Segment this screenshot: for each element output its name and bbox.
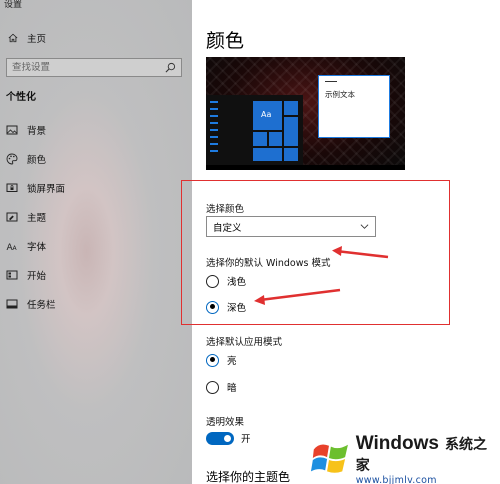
search-icon[interactable] — [165, 62, 176, 73]
preview-tile-main: Aa — [253, 101, 282, 130]
annotation-arrow — [332, 246, 389, 259]
preview-taskbar — [206, 165, 405, 170]
sidebar-item-label: 主题 — [27, 213, 47, 224]
theme-icon — [6, 212, 18, 222]
palette-icon — [6, 153, 18, 165]
theme-preview: Aa 示例文本 — [206, 57, 405, 170]
lock-screen-icon — [6, 183, 18, 192]
preview-window-bar — [325, 81, 337, 82]
home-label: 主页 — [27, 34, 47, 45]
search-input[interactable] — [12, 62, 162, 73]
sidebar-item-fonts[interactable]: AA 字体 — [6, 238, 47, 254]
preview-window: 示例文本 — [318, 75, 390, 138]
accent-color-heading: 选择你的主题色 — [206, 470, 291, 484]
home-icon — [8, 33, 18, 43]
preview-start-list — [210, 101, 220, 157]
preview-tile-text: Aa — [261, 110, 272, 119]
font-icon: AA — [7, 243, 18, 252]
toggle-switch[interactable] — [206, 431, 234, 445]
radio-circle[interactable] — [206, 380, 219, 394]
sidebar-item-start[interactable]: 开始 — [6, 267, 46, 283]
preview-tile — [284, 101, 298, 115]
preview-tile — [269, 132, 282, 146]
sidebar-item-lock-screen[interactable]: 锁屏界面 — [6, 180, 65, 196]
transparency-label: 透明效果 — [206, 417, 245, 428]
windows-logo-icon — [310, 444, 348, 473]
search-box[interactable] — [6, 58, 182, 77]
sidebar: 设置 主页 个性化 背景 颜色 锁屏界面 主题 AA 字体 开始 任务栏 — [0, 0, 192, 484]
start-icon — [6, 270, 18, 280]
preview-tile — [253, 132, 267, 146]
sidebar-item-label: 颜色 — [27, 155, 47, 166]
transparency-toggle[interactable]: 开 — [206, 431, 251, 445]
section-title: 个性化 — [6, 92, 36, 103]
sidebar-item-themes[interactable]: 主题 — [6, 209, 46, 225]
sidebar-item-label: 背景 — [27, 126, 47, 137]
sidebar-item-label: 任务栏 — [27, 300, 56, 311]
sidebar-item-colors[interactable]: 颜色 — [6, 151, 46, 167]
watermark-brand: Windows — [355, 432, 439, 454]
toggle-state: 开 — [241, 434, 251, 445]
sidebar-item-background[interactable]: 背景 — [6, 122, 46, 138]
sidebar-item-label: 锁屏界面 — [27, 184, 66, 195]
watermark: Windows 系统之家 www.bjjmlv.com — [310, 433, 500, 484]
sidebar-item-taskbar[interactable]: 任务栏 — [6, 296, 56, 312]
watermark-url: www.bjjmlv.com — [355, 474, 437, 484]
home-link[interactable]: 主页 — [8, 31, 46, 45]
sidebar-item-label: 字体 — [27, 242, 47, 253]
sidebar-item-label: 开始 — [27, 271, 47, 282]
preview-sample-text: 示例文本 — [325, 90, 355, 99]
preview-tile — [284, 117, 298, 146]
watermark-text: Windows 系统之家 www.bjjmlv.com — [356, 433, 500, 484]
taskbar-icon — [6, 299, 18, 309]
annotation-arrow — [254, 288, 341, 305]
radio-label: 暗 — [227, 383, 237, 394]
app-mode-light-radio[interactable]: 亮 — [206, 353, 237, 367]
svg-text:A: A — [13, 245, 18, 252]
radio-circle-selected[interactable] — [206, 353, 219, 367]
app-mode-dark-radio[interactable]: 暗 — [206, 380, 237, 394]
preview-tile — [253, 148, 282, 161]
image-icon — [6, 125, 18, 135]
app-title: 设置 — [4, 0, 23, 10]
preview-tile — [284, 148, 298, 161]
app-mode-label: 选择默认应用模式 — [206, 337, 283, 348]
page-title: 颜色 — [206, 30, 245, 52]
radio-label: 亮 — [227, 356, 237, 367]
